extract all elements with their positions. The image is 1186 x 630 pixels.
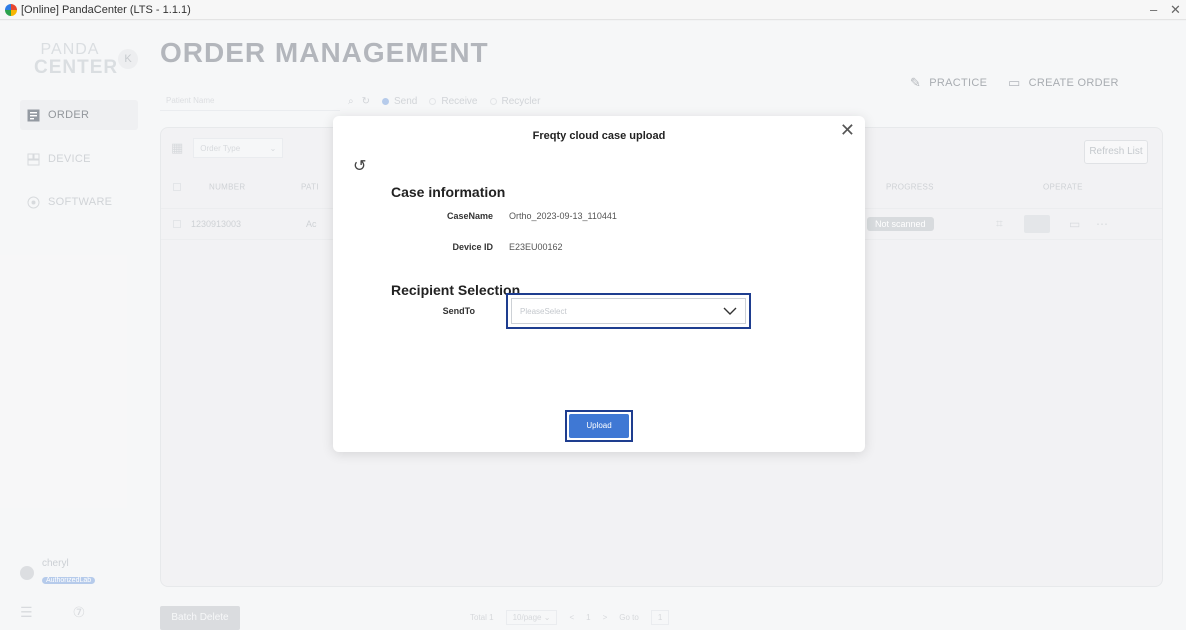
app-icon xyxy=(5,3,17,16)
upload-button[interactable]: Upload xyxy=(569,414,629,438)
recipient-selection-heading: Recipient Selection xyxy=(391,282,521,298)
cloud-upload-dialog: Freqty cloud case upload ✕ ↺ Case inform… xyxy=(333,116,865,452)
chevron-down-icon xyxy=(723,304,737,318)
send-to-label: SendTo xyxy=(442,306,475,316)
case-information-heading: Case information xyxy=(391,184,506,200)
device-id-label: Device ID xyxy=(452,242,493,252)
case-name-label: CaseName xyxy=(446,211,493,221)
window-title-bar: [Online] PandaCenter (LTS - 1.1.1) – ✕ xyxy=(0,0,1186,20)
upload-highlight: Upload xyxy=(565,410,633,442)
close-icon[interactable]: ✕ xyxy=(840,120,855,141)
minimize-button[interactable]: – xyxy=(1150,2,1157,17)
dialog-title: Freqty cloud case upload xyxy=(532,130,666,142)
window-title: [Online] PandaCenter (LTS - 1.1.1) xyxy=(21,3,191,16)
close-window-button[interactable]: ✕ xyxy=(1170,2,1181,18)
case-name-value: Ortho_2023-09-13_110441 xyxy=(509,211,617,221)
send-to-highlight: PleaseSelect xyxy=(506,293,751,329)
device-id-value: E23EU00162 xyxy=(509,242,563,252)
back-icon[interactable]: ↺ xyxy=(353,156,366,176)
send-to-select[interactable]: PleaseSelect xyxy=(511,298,746,324)
send-to-placeholder: PleaseSelect xyxy=(520,306,567,316)
